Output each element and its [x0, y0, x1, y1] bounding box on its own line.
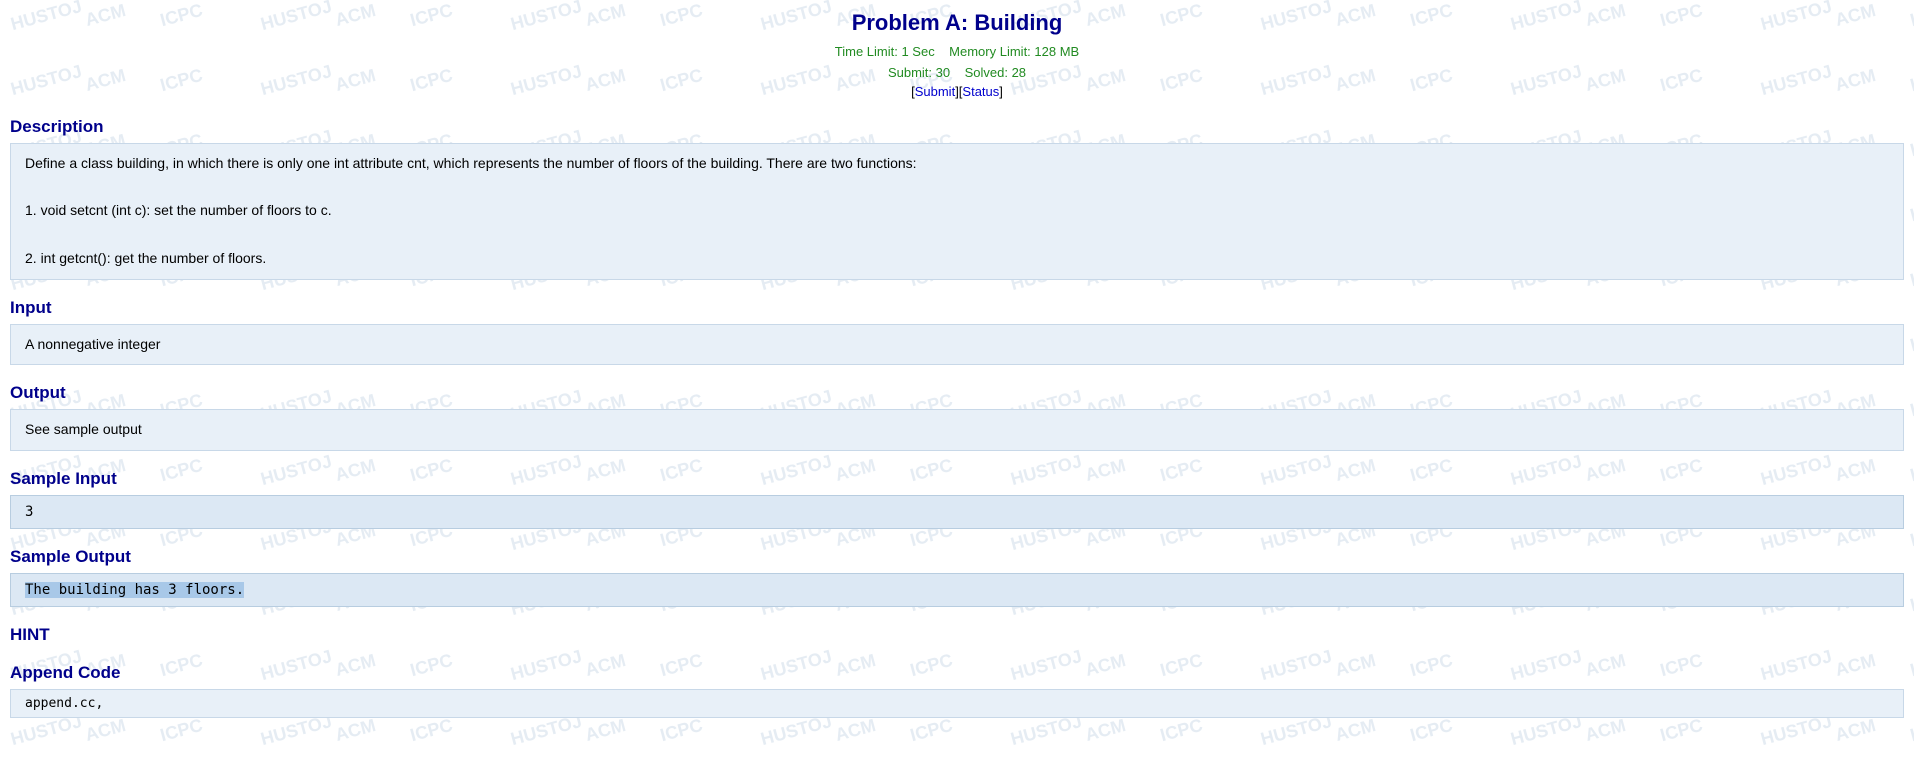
time-limit-label: Time Limit:: [835, 44, 898, 59]
description-function1: 1. void setcnt (int c): set the number o…: [25, 199, 1889, 223]
input-heading: Input: [10, 298, 1904, 318]
hint-heading: HINT: [10, 625, 1904, 645]
meta-limits: Time Limit: 1 Sec Memory Limit: 128 MB: [10, 42, 1904, 63]
problem-title: Problem A: Building: [10, 10, 1904, 36]
description-text: Define a class building, in which there …: [25, 152, 1889, 176]
submit-link[interactable]: Submit: [915, 84, 955, 99]
sample-output-box: The building has 3 floors.: [10, 573, 1904, 607]
sample-input-heading: Sample Input: [10, 469, 1904, 489]
description-function2: 2. int getcnt(): get the number of floor…: [25, 247, 1889, 271]
input-text: A nonnegative integer: [25, 333, 1889, 357]
solved-label: Solved:: [965, 65, 1008, 80]
main-content: Problem A: Building Time Limit: 1 Sec Me…: [0, 0, 1914, 728]
submit-label: Submit:: [888, 65, 932, 80]
status-link[interactable]: Status: [962, 84, 999, 99]
solved-value: 28: [1012, 65, 1026, 80]
output-text: See sample output: [25, 418, 1889, 442]
description-heading: Description: [10, 117, 1904, 137]
output-box: See sample output: [10, 409, 1904, 451]
input-box: A nonnegative integer: [10, 324, 1904, 366]
memory-limit-value: 128 MB: [1034, 44, 1079, 59]
memory-limit-label: Memory Limit:: [949, 44, 1031, 59]
append-code-box: append.cc,: [10, 689, 1904, 718]
sample-output-value: The building has 3 floors.: [25, 582, 244, 598]
output-heading: Output: [10, 383, 1904, 403]
meta-stats: Submit: 30 Solved: 28: [10, 63, 1904, 84]
description-box: Define a class building, in which there …: [10, 143, 1904, 280]
sample-input-value: 3: [25, 504, 33, 520]
sample-output-heading: Sample Output: [10, 547, 1904, 567]
time-limit-value: 1 Sec: [901, 44, 934, 59]
sample-input-box: 3: [10, 495, 1904, 529]
append-code-heading: Append Code: [10, 663, 1904, 683]
meta-links: [Submit][Status]: [10, 84, 1904, 99]
append-code-value: append.cc,: [25, 696, 103, 711]
submit-value: 30: [936, 65, 950, 80]
problem-header: Problem A: Building Time Limit: 1 Sec Me…: [10, 10, 1904, 99]
